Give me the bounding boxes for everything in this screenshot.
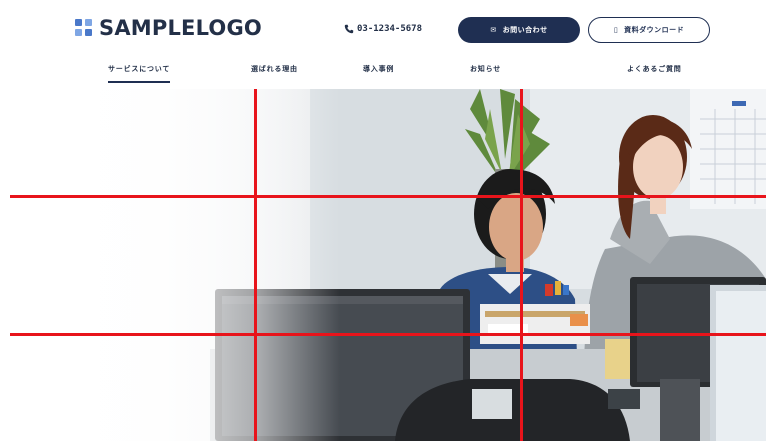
phone-contact[interactable]: 03-1234-5678 bbox=[344, 24, 422, 34]
document-icon: ▯ bbox=[613, 25, 619, 34]
grid-line-vertical-2 bbox=[520, 89, 523, 441]
phone-icon bbox=[344, 24, 354, 34]
mail-icon: ✉ bbox=[490, 25, 497, 34]
nav-item-reasons[interactable]: 選ばれる理由 bbox=[251, 64, 298, 81]
site-logo[interactable]: SAMPLELOGO bbox=[75, 16, 262, 40]
nav-item-case-studies[interactable]: 導入事例 bbox=[363, 64, 394, 81]
contact-button-label: お問い合わせ bbox=[502, 26, 548, 34]
grid-line-vertical-1 bbox=[254, 89, 257, 441]
office-photo-image bbox=[210, 89, 766, 441]
page: SAMPLELOGO 03-1234-5678 ✉ お問い合わせ ▯ 資料ダウン… bbox=[0, 0, 766, 441]
hero-image bbox=[10, 89, 766, 441]
grid-line-horizontal-2 bbox=[10, 333, 766, 336]
site-header: SAMPLELOGO 03-1234-5678 ✉ お問い合わせ ▯ 資料ダウン… bbox=[0, 0, 766, 89]
grid-logo-icon bbox=[75, 19, 93, 37]
nav-item-news[interactable]: お知らせ bbox=[470, 64, 501, 81]
logo-text: SAMPLELOGO bbox=[99, 16, 262, 40]
main-nav: サービスについて 選ばれる理由 導入事例 お知らせ よくあるご質問 bbox=[0, 64, 766, 86]
grid-line-horizontal-1 bbox=[10, 195, 766, 198]
contact-button[interactable]: ✉ お問い合わせ bbox=[458, 17, 580, 43]
download-button-label: 資料ダウンロード bbox=[624, 26, 685, 34]
phone-number: 03-1234-5678 bbox=[357, 24, 423, 34]
nav-item-faq[interactable]: よくあるご質問 bbox=[627, 64, 682, 81]
nav-item-service[interactable]: サービスについて bbox=[108, 64, 171, 83]
download-button[interactable]: ▯ 資料ダウンロード bbox=[588, 17, 710, 43]
